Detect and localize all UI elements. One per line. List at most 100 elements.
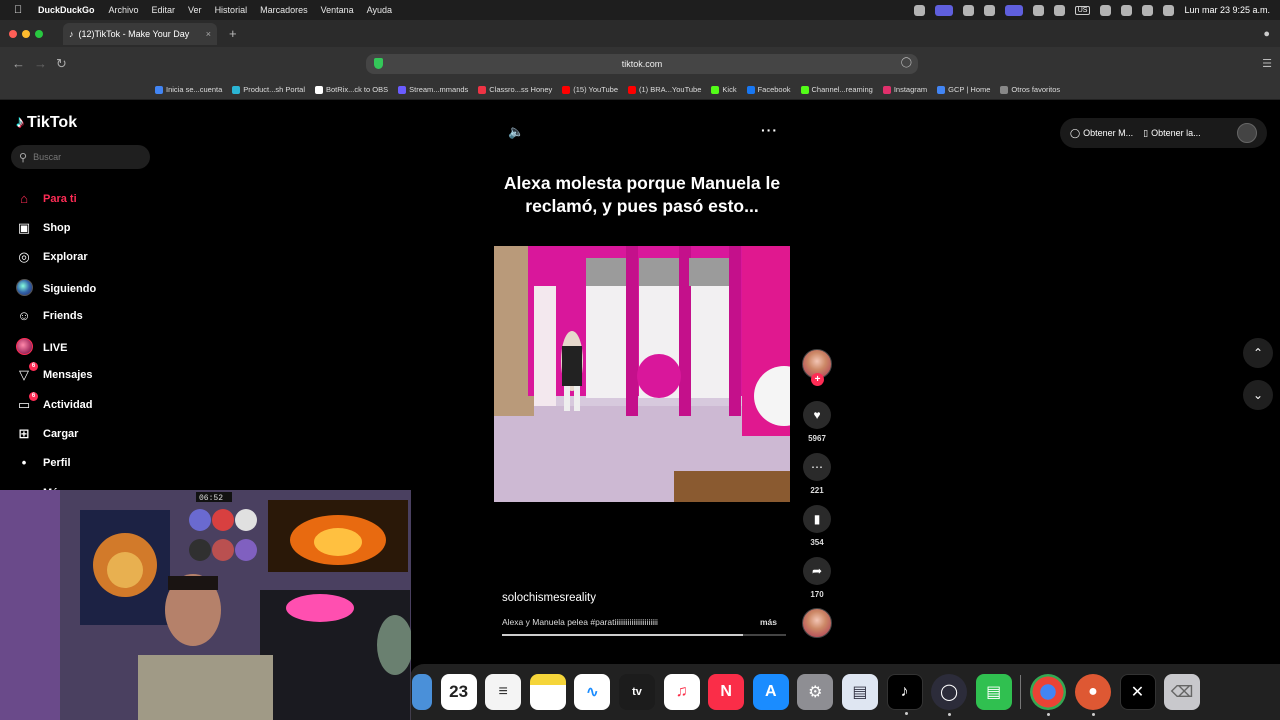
close-window-button[interactable] — [9, 29, 17, 38]
comment-action[interactable]: ⋯ 221 — [803, 453, 831, 495]
sidebar-item-cargar[interactable]: ⊞ Cargar — [16, 426, 79, 442]
bookmark-item[interactable]: Channel...reaming — [800, 85, 873, 94]
follow-plus-icon[interactable]: + — [811, 373, 824, 386]
reload-icon[interactable]: ↻ — [56, 56, 67, 72]
bookmark-item[interactable]: Otros favoritos — [1000, 85, 1060, 94]
sidebar-item-siguiendo[interactable]: Siguiendo — [16, 279, 96, 299]
bookmark-item[interactable]: Inicia se...cuenta — [155, 85, 222, 94]
dock-reminders-icon[interactable]: ≡ — [485, 674, 522, 710]
tab-close-icon[interactable]: × — [206, 29, 211, 39]
wifi-icon[interactable] — [1100, 4, 1112, 16]
sidebar-item-mensajes[interactable]: ▽ 6 Mensajes — [16, 362, 93, 383]
bookmark-item[interactable]: GCP | Home — [937, 85, 990, 94]
more-link[interactable]: más — [760, 617, 777, 627]
apple-menu-icon[interactable]:  — [14, 4, 28, 16]
bookmark-item[interactable]: (1) BRA...YouTube — [628, 85, 701, 94]
bookmark-item[interactable]: Instagram — [882, 85, 927, 94]
video-username[interactable]: solochismesreality — [502, 592, 596, 604]
dock-finder-icon[interactable] — [412, 674, 432, 710]
bookmark-item[interactable]: (15) YouTube — [562, 85, 618, 94]
sidebar-item-para-ti[interactable]: ⌂ Para ti — [16, 191, 77, 206]
comment-icon[interactable]: ⋯ — [803, 453, 831, 481]
search-input[interactable]: ⚲ Buscar — [11, 145, 150, 169]
menubar-app-name[interactable]: DuckDuckGo — [38, 5, 95, 15]
back-icon[interactable]: ← — [12, 56, 25, 71]
sidebar-item-explorar[interactable]: ◎ Explorar — [16, 249, 87, 265]
dock-notes-icon[interactable] — [529, 674, 566, 710]
new-tab-button[interactable]: + — [229, 26, 237, 41]
dock-numbers-icon[interactable]: ▤ — [975, 674, 1012, 710]
dock-trash-icon[interactable]: ⌫ — [1164, 674, 1201, 710]
dock-music-icon[interactable]: ♫ — [663, 674, 700, 710]
status-highlight-icon[interactable] — [934, 4, 953, 16]
browser-menu-icon[interactable]: ☰ — [1262, 57, 1272, 70]
address-bar[interactable]: tiktok.com ◯ — [366, 54, 918, 74]
bookmark-item[interactable]: BotRix...ck to OBS — [315, 85, 388, 94]
sidebar-item-shop[interactable]: ▣ Shop — [16, 220, 71, 236]
bookmark-item[interactable]: Classro...ss Honey — [478, 85, 552, 94]
dock-settings-icon[interactable]: ⚙ — [797, 674, 834, 710]
sidebar-item-actividad[interactable]: ▭ 6 Actividad — [16, 392, 93, 413]
status-app-icon[interactable] — [913, 4, 925, 16]
get-coins-button[interactable]: ◯ Obtener M... — [1070, 128, 1133, 139]
menubar-clock[interactable]: Lun mar 23 9:25 a.m. — [1184, 5, 1270, 15]
heart-icon[interactable]: ♥ — [803, 401, 831, 429]
bookmark-item[interactable]: Stream...mmands — [398, 85, 468, 94]
menu-historial[interactable]: Historial — [215, 5, 248, 15]
menu-marcadores[interactable]: Marcadores — [260, 5, 308, 15]
sidebar-item-friends[interactable]: ☺ Friends — [16, 308, 82, 323]
bookmark-icon[interactable]: ▮ — [803, 505, 831, 533]
keyboard-layout[interactable]: US — [1074, 5, 1091, 15]
music-disc-avatar[interactable] — [802, 608, 832, 638]
sidebar-item-perfil[interactable]: • Perfil — [16, 455, 71, 470]
menu-archivo[interactable]: Archivo — [109, 5, 139, 15]
chat-icon[interactable]: ◯ — [901, 57, 912, 68]
next-video-button[interactable]: ⌄ — [1243, 380, 1273, 410]
minimize-window-button[interactable] — [22, 29, 30, 38]
dock-duckduckgo-icon[interactable]: ● — [1074, 674, 1111, 716]
sidebar-item-live[interactable]: LIVE — [16, 338, 67, 358]
share-action[interactable]: ➦ 170 — [803, 557, 831, 599]
privacy-shield-icon[interactable] — [374, 58, 383, 69]
screen-icon[interactable] — [1004, 4, 1023, 16]
share-icon[interactable]: ➦ — [803, 557, 831, 585]
save-action[interactable]: ▮ 354 — [803, 505, 831, 547]
active-tab[interactable]: ♪ (12)TikTok - Make Your Day × — [63, 22, 217, 45]
dock-tiktok-icon[interactable]: ♪ — [886, 674, 923, 715]
user-avatar[interactable] — [1237, 123, 1257, 143]
dock-obs-icon[interactable]: ◯ — [931, 674, 968, 716]
dock-freeform-icon[interactable]: ∿ — [574, 674, 611, 710]
menu-ventana[interactable]: Ventana — [321, 5, 354, 15]
fire-icon[interactable]: ● — [1263, 28, 1270, 40]
url-text[interactable]: tiktok.com — [622, 59, 663, 69]
get-app-button[interactable]: ▯ Obtener la... — [1143, 128, 1200, 139]
play-icon[interactable] — [983, 4, 995, 16]
dock-chrome-icon[interactable] — [1030, 674, 1067, 716]
bookmark-item[interactable]: Facebook — [746, 85, 791, 94]
dock-appstore-icon[interactable]: A — [752, 674, 789, 710]
video-player[interactable] — [494, 246, 790, 502]
previous-video-button[interactable]: ⌃ — [1243, 338, 1273, 368]
search-icon[interactable] — [1121, 4, 1133, 16]
menu-editar[interactable]: Editar — [152, 5, 176, 15]
menu-ayuda[interactable]: Ayuda — [367, 5, 392, 15]
dock-capcut-icon[interactable]: ✕ — [1119, 674, 1156, 710]
siri-icon[interactable] — [1163, 4, 1175, 16]
user-icon[interactable] — [1053, 4, 1065, 16]
more-options-icon[interactable]: ··· — [761, 122, 778, 138]
dock-preview-icon[interactable]: ▤ — [841, 674, 878, 710]
like-action[interactable]: ♥ 5967 — [803, 401, 831, 443]
menu-ver[interactable]: Ver — [188, 5, 202, 15]
zoom-window-button[interactable] — [35, 29, 43, 38]
tiktok-logo[interactable]: ♪ TikTok — [16, 114, 77, 132]
control-center-icon[interactable] — [1142, 4, 1154, 16]
forward-icon[interactable]: → — [34, 56, 47, 71]
dock-appletv-icon[interactable]: tv — [618, 674, 655, 710]
volume-icon[interactable]: 🔈 — [508, 124, 524, 140]
cloud-icon[interactable] — [962, 4, 974, 16]
video-progress-bar[interactable] — [502, 634, 786, 636]
dock-news-icon[interactable]: N — [708, 674, 745, 710]
bookmark-item[interactable]: Product...sh Portal — [232, 85, 305, 94]
dock-calendar-icon[interactable]: 23 — [440, 674, 477, 710]
bluetooth-icon[interactable] — [1032, 4, 1044, 16]
